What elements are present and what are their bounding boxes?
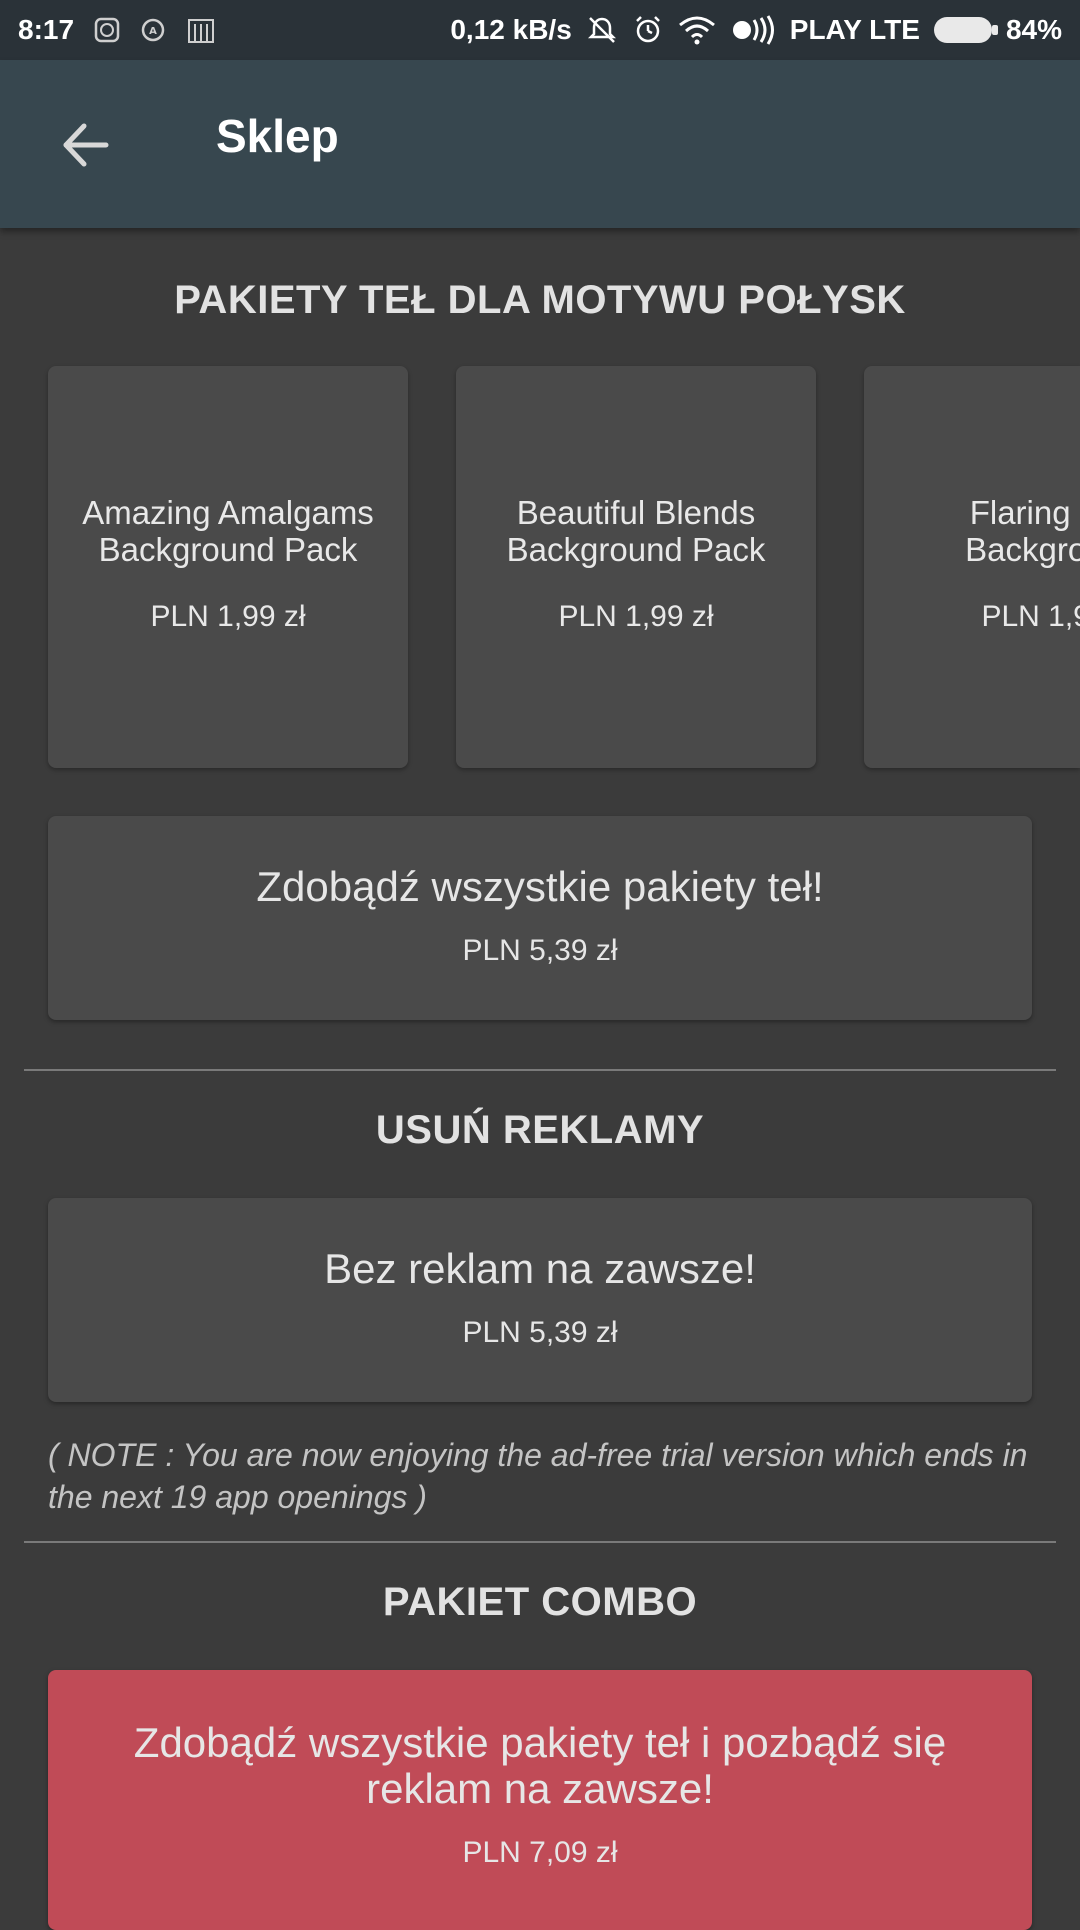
pack-card-flaring-fu[interactable]: Flaring Fu Backgroun PLN 1,99 [864,366,1080,768]
ad-free-trial-note: ( NOTE : You are now enjoying the ad-fre… [48,1437,1028,1515]
arrow-back-icon [60,120,110,170]
offer-price: PLN 5,39 zł [462,934,618,967]
offer-price: PLN 7,09 zł [462,1836,618,1869]
pack-name: Beautiful Blends Background Pack [506,494,766,568]
all-background-packs-button[interactable]: Zdobądź wszystkie pakiety teł! PLN 5,39 … [48,816,1032,1020]
backgrounds-section-title: PAKIETY TEŁ DLA MOTYWU POŁYSK [174,278,906,322]
notifications-off-icon [586,14,618,46]
battery-percent: 84% [1005,14,1062,45]
pack-price: PLN 1,99 zł [150,600,306,633]
pack-price: PLN 1,99 zł [558,600,714,633]
network-speed: 0,12 kB/s [450,14,572,45]
pack-price: PLN 1,99 [981,600,1080,633]
remove-ads-button[interactable]: Bez reklam na zawsze! PLN 5,39 zł [48,1198,1032,1402]
alarm-icon [632,14,664,46]
pack-name: Amazing Amalgams Background Pack [82,494,374,568]
status-bar: 8:17 A 0,12 kB/s PLAY LTE 84% [0,0,1080,60]
remove-ads-section-title: USUŃ REKLAMY [375,1108,705,1152]
building-notification-icon [186,16,216,44]
offer-title: Bez reklam na zawsze! [324,1245,756,1292]
page-title: Sklep [216,110,339,162]
section-divider [24,1069,1056,1071]
combo-pack-button[interactable]: Zdobądź wszystkie pakiety teł i pozbądź … [48,1670,1032,1930]
pack-card-amazing-amalgams[interactable]: Amazing Amalgams Background Pack PLN 1,9… [48,366,408,768]
pack-name: Flaring Fu Backgroun [965,494,1080,568]
carrier-label: PLAY LTE [789,14,920,45]
app-bar: Sklep [0,60,1080,228]
back-button[interactable] [50,110,120,180]
signal-icon [730,15,776,45]
pack-card-beautiful-blends[interactable]: Beautiful Blends Background Pack PLN 1,9… [456,366,816,768]
status-time: 8:17 [18,14,75,45]
app-notification-icon: A [140,17,166,43]
shop-content[interactable]: PAKIETY TEŁ DLA MOTYWU POŁYSK Amazing Am… [0,228,1080,1930]
offer-title: Zdobądź wszystkie pakiety teł i pozbądź … [133,1719,947,1812]
battery-icon [933,17,998,43]
offer-title: Zdobądź wszystkie pakiety teł! [256,863,824,910]
offer-price: PLN 5,39 zł [462,1316,618,1349]
combo-section-title: PAKIET COMBO [382,1580,698,1624]
alarm-clock-app-icon [94,17,120,43]
wifi-icon [678,15,716,45]
svg-text:A: A [149,26,157,37]
section-divider [24,1541,1056,1543]
